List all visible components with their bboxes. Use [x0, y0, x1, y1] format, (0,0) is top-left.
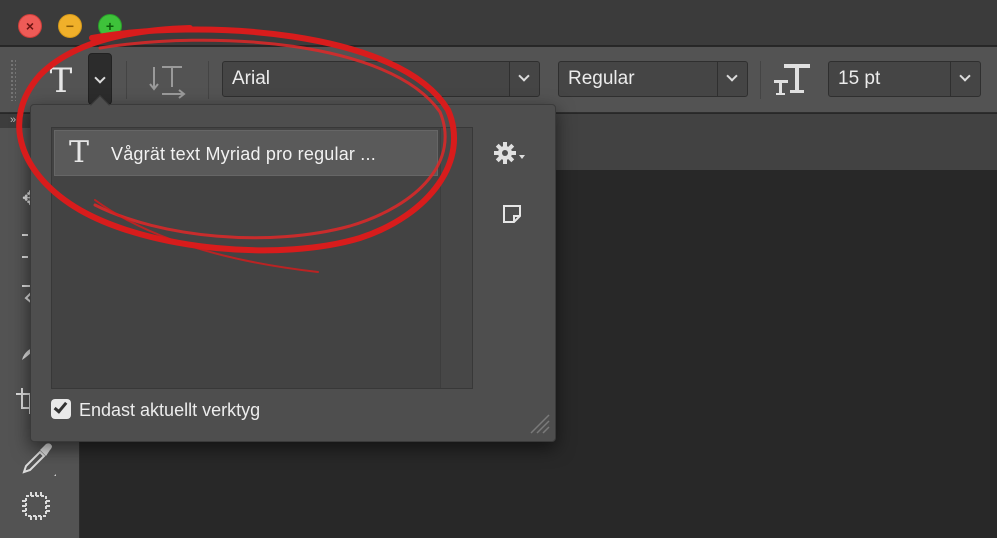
font-style-value: Regular — [568, 68, 635, 89]
chevron-down-icon — [94, 72, 106, 84]
list-item[interactable]: T Vågrät text Myriad pro regular ... — [54, 130, 438, 176]
font-style-dropdown-button[interactable] — [717, 62, 747, 96]
font-family-select[interactable]: Arial — [222, 61, 540, 97]
preset-label: Vågrät text Myriad pro regular ... — [111, 144, 376, 164]
gear-icon — [494, 142, 516, 164]
preset-list: T Vågrät text Myriad pro regular ... — [51, 127, 473, 389]
font-family-value: Arial — [232, 68, 271, 89]
window-close-button[interactable]: × — [18, 14, 42, 38]
close-icon: × — [25, 18, 35, 34]
divider — [760, 61, 761, 99]
chevron-down-icon — [519, 155, 525, 159]
eyedropper-tool-icon[interactable] — [20, 440, 56, 476]
chevron-down-icon — [726, 70, 738, 82]
type-tool-icon[interactable]: T — [44, 61, 78, 101]
chevron-down-icon — [518, 70, 530, 82]
chevron-down-icon — [959, 70, 971, 82]
type-tool-icon: T — [69, 135, 90, 170]
maximize-icon: + — [105, 18, 115, 34]
font-family-dropdown-button[interactable] — [509, 62, 539, 96]
text-orientation-toggle-icon[interactable] — [148, 61, 190, 101]
title-bar: × − + — [0, 0, 997, 46]
font-style-select[interactable]: Regular — [558, 61, 748, 97]
frame-chip-tool-icon[interactable] — [20, 490, 56, 526]
current-tool-only-label: Endast aktuellt verktyg — [79, 400, 261, 420]
preset-list-scrollbar[interactable] — [440, 128, 472, 388]
window-maximize-button[interactable]: + — [98, 14, 122, 38]
divider — [126, 61, 127, 99]
font-size-value: 15 pt — [838, 68, 881, 89]
font-size-dropdown-button[interactable] — [950, 62, 980, 96]
collapse-icon[interactable]: » — [10, 114, 16, 126]
resize-grip-icon[interactable] — [529, 413, 551, 435]
current-tool-only-checkbox[interactable] — [51, 399, 71, 419]
window-minimize-button[interactable]: − — [58, 14, 82, 38]
preset-options-button[interactable] — [493, 141, 527, 167]
font-size-select[interactable]: 15 pt — [828, 61, 981, 97]
tool-preset-popup: T Vågrät text Myriad pro regular ... End… — [30, 95, 556, 442]
new-preset-icon[interactable] — [501, 203, 523, 225]
divider — [208, 61, 209, 99]
minimize-icon: − — [65, 18, 75, 34]
font-size-icon — [774, 64, 810, 95]
checkmark-icon — [53, 399, 68, 414]
options-bar-grip[interactable] — [10, 59, 16, 101]
